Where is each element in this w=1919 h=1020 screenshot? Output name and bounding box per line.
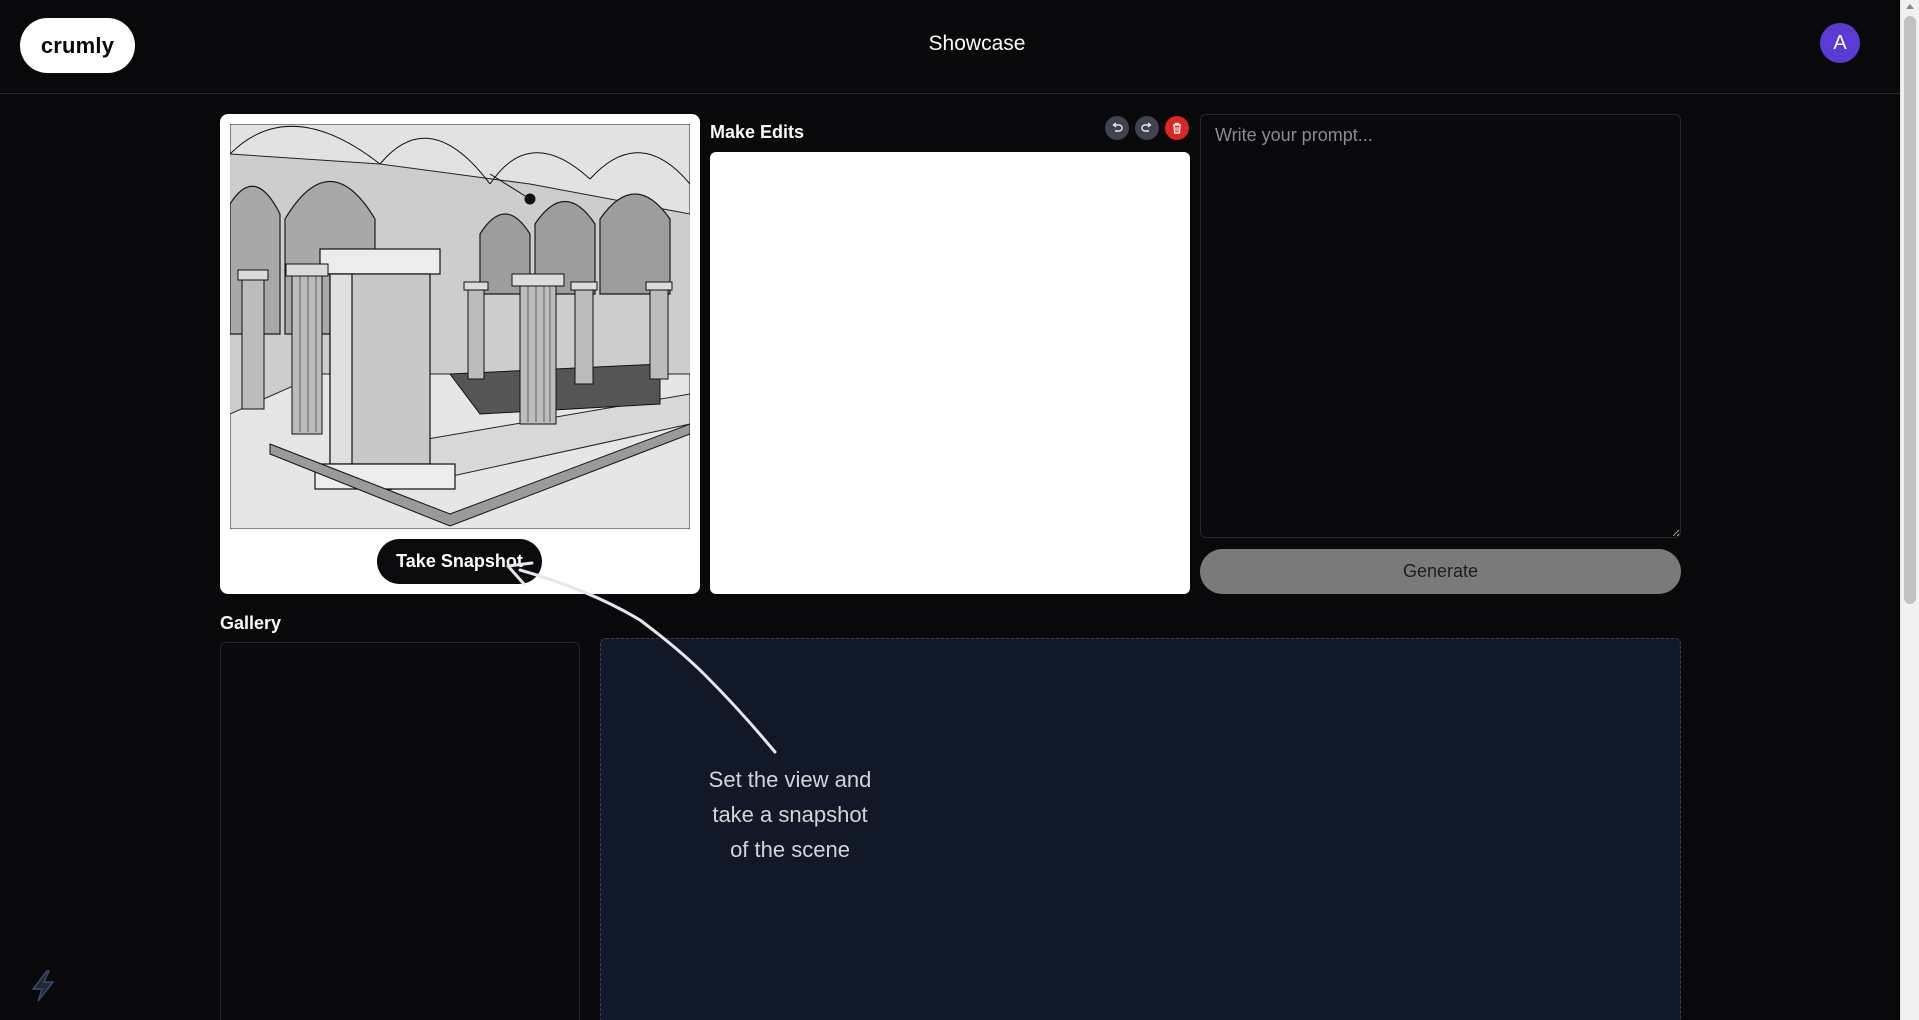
lightning-icon [31, 970, 55, 1002]
undo-button[interactable] [1105, 116, 1129, 140]
top-bar: crumly Showcase A [0, 0, 1900, 94]
generate-button[interactable]: Generate [1200, 549, 1681, 594]
page-title: Showcase [928, 32, 1026, 55]
redo-icon [1141, 122, 1152, 132]
3d-scene-viewport[interactable] [230, 124, 690, 529]
make-edits-heading: Make Edits [710, 122, 805, 142]
hint-line: take a snapshot [712, 802, 868, 827]
scrollbar-thumb[interactable] [1904, 16, 1916, 604]
clear-canvas-button[interactable] [1165, 116, 1189, 140]
user-avatar[interactable]: A [1820, 23, 1860, 63]
gallery-list[interactable] [220, 642, 580, 1020]
hint-line: Set the view and [708, 767, 872, 792]
snapshot-hint: Set the view and take a snapshot of the … [690, 762, 890, 867]
prompt-input[interactable] [1200, 114, 1681, 538]
bolt-widget[interactable] [24, 964, 62, 1008]
gallery-heading: Gallery [220, 613, 282, 633]
redo-button[interactable] [1135, 116, 1159, 140]
undo-icon [1112, 122, 1123, 132]
page-scrollbar[interactable] [1900, 0, 1919, 1020]
scene-viewer-card: Take Snapshot [220, 114, 700, 594]
trash-icon [1173, 122, 1181, 134]
take-snapshot-button[interactable]: Take Snapshot [377, 539, 542, 584]
hint-line: of the scene [730, 837, 850, 862]
edit-drawing-canvas[interactable] [710, 152, 1190, 594]
scroll-up-icon[interactable] [1906, 4, 1914, 9]
sponza-scene-render [230, 124, 690, 529]
